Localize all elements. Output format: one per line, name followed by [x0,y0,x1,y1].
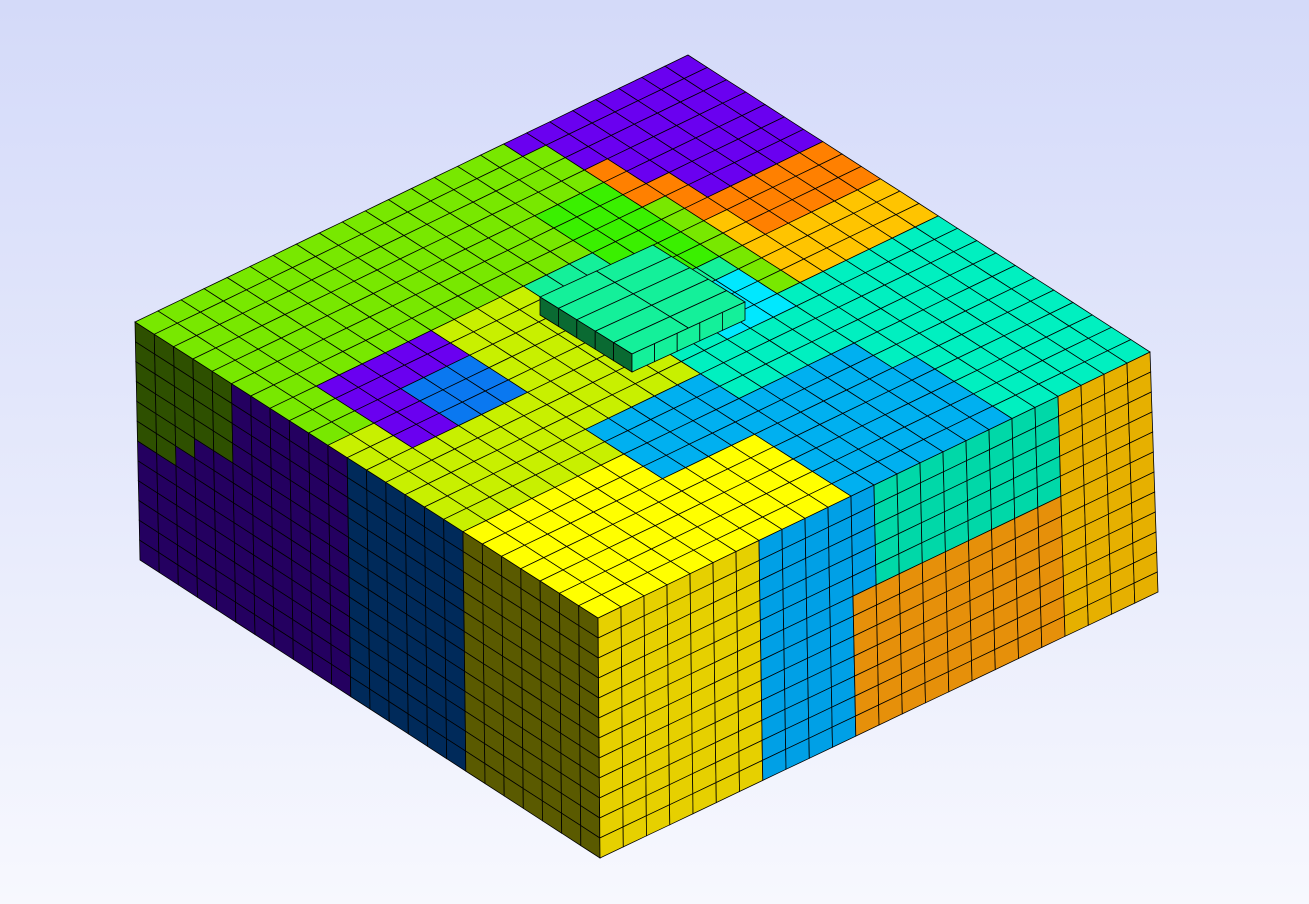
3d-viewport[interactable] [0,0,1309,904]
mesh-render[interactable] [0,0,1309,904]
